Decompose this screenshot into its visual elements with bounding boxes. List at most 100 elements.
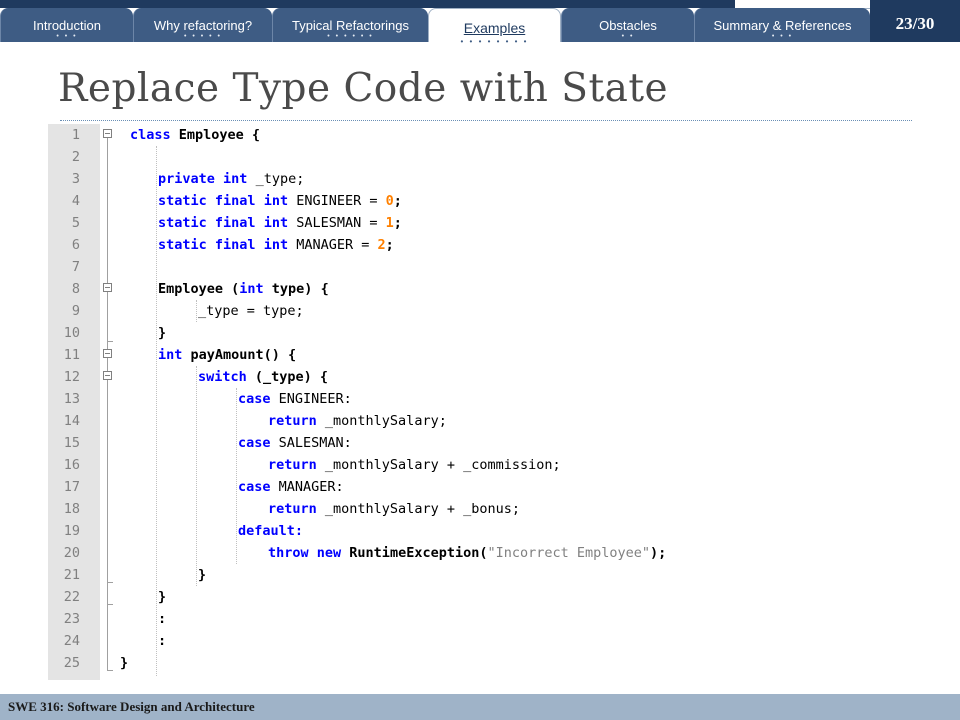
fold-toggle-icon[interactable]	[103, 371, 112, 380]
keyword: return	[268, 501, 317, 517]
code-text: }	[158, 589, 167, 605]
page-number-box: 23/30	[870, 0, 960, 42]
code-line: 19 default:	[48, 520, 908, 542]
code-text: ENGINEER:	[270, 391, 352, 407]
tab-typical-refactorings[interactable]: Typical Refactorings • • • • • •	[272, 8, 428, 42]
code-text: _type;	[247, 171, 305, 187]
code-line: 21 }	[48, 564, 908, 586]
keyword: case	[238, 435, 271, 451]
keyword: case	[238, 479, 271, 495]
code-line: 10 }	[48, 322, 908, 344]
keyword: final	[214, 237, 256, 253]
code-text: }	[120, 655, 129, 671]
top-navigation-bar: Introduction • • • Why refactoring? • • …	[0, 0, 960, 46]
course-name: SWE 316: Software Design and Architectur…	[8, 699, 255, 714]
line-number: 17	[63, 479, 80, 495]
code-text: ;	[385, 237, 394, 253]
line-number: 10	[63, 325, 80, 341]
tab-label: Examples	[463, 20, 526, 36]
code-text: _monthlySalary + _bonus;	[316, 501, 520, 517]
tab-introduction[interactable]: Introduction • • •	[0, 8, 133, 42]
code-text: MANAGER =	[288, 237, 378, 253]
keyword: int	[263, 193, 289, 209]
number-literal: 0	[385, 193, 394, 209]
code-line: 9 _type = type;	[48, 300, 908, 322]
code-text: }	[158, 325, 167, 341]
code-line: 22 }	[48, 586, 908, 608]
line-number: 22	[63, 589, 80, 605]
line-number: 18	[63, 501, 80, 517]
slide-title: Replace Type Code with State	[58, 66, 669, 111]
keyword: int	[158, 347, 183, 363]
tab-progress-dots: • •	[621, 33, 635, 40]
tab-why-refactoring[interactable]: Why refactoring? • • • • •	[133, 8, 272, 42]
tab-label: Why refactoring?	[153, 18, 253, 33]
code-line: 24 :	[48, 630, 908, 652]
section-tabs: Introduction • • • Why refactoring? • • …	[0, 8, 870, 46]
code-line: 6 static final int MANAGER = 2;	[48, 234, 908, 256]
tab-summary-references[interactable]: Summary & References • • •	[694, 8, 870, 42]
keyword: throw	[268, 545, 309, 561]
line-number: 14	[63, 413, 80, 429]
line-number: 9	[71, 303, 80, 319]
line-number: 1	[71, 127, 80, 143]
line-number: 13	[63, 391, 80, 407]
keyword: int	[263, 215, 289, 231]
code-text: MANAGER:	[270, 479, 344, 495]
tab-obstacles[interactable]: Obstacles • •	[561, 8, 694, 42]
tab-label: Obstacles	[599, 18, 657, 33]
keyword: switch	[198, 369, 247, 385]
tab-progress-dots: • • • • • • • •	[460, 37, 529, 46]
line-number: 8	[71, 281, 80, 297]
line-number: 4	[71, 193, 80, 209]
keyword: static	[158, 215, 207, 231]
line-number: 16	[63, 457, 80, 473]
code-line: 16 return _monthlySalary + _commission;	[48, 454, 908, 476]
code-line: 8 Employee (int type) {	[48, 278, 908, 300]
tab-label: Introduction	[33, 18, 101, 33]
code-line: 20 throw new RuntimeException("Incorrect…	[48, 542, 908, 564]
code-editor-screenshot: 1 class Employee { 2 3 private int _type…	[48, 124, 908, 680]
number-literal: 2	[377, 237, 386, 253]
keyword: int	[223, 171, 248, 187]
code-line: 15 case SALESMAN:	[48, 432, 908, 454]
code-line: 25 }	[48, 652, 908, 674]
line-number: 12	[63, 369, 80, 385]
code-line: 1 class Employee {	[48, 124, 908, 146]
line-number: 24	[63, 633, 80, 649]
tab-progress-dots: • • • • •	[183, 33, 223, 40]
keyword: new	[316, 545, 342, 561]
tab-examples[interactable]: Examples • • • • • • • •	[428, 8, 561, 46]
number-literal: 1	[385, 215, 394, 231]
line-number: 19	[63, 523, 80, 539]
code-line: 11 int payAmount() {	[48, 344, 908, 366]
tab-progress-dots: • • •	[56, 33, 78, 40]
line-number: 2	[71, 149, 80, 165]
title-divider	[60, 120, 912, 121]
fold-toggle-icon[interactable]	[103, 349, 112, 358]
code-text: :	[158, 611, 167, 627]
fold-toggle-icon[interactable]	[103, 129, 112, 138]
line-number: 21	[63, 567, 80, 583]
code-line: 23 :	[48, 608, 908, 630]
fold-toggle-icon[interactable]	[103, 283, 112, 292]
code-line: 17 case MANAGER:	[48, 476, 908, 498]
code-line: 3 private int _type;	[48, 168, 908, 190]
code-text: _monthlySalary + _commission;	[316, 457, 561, 473]
code-text: ;	[393, 215, 402, 231]
keyword: class	[130, 127, 171, 143]
keyword: return	[268, 457, 317, 473]
slide-footer: SWE 316: Software Design and Architectur…	[0, 694, 960, 720]
keyword: static	[158, 237, 207, 253]
line-number: 7	[71, 259, 80, 275]
keyword: default:	[238, 523, 304, 539]
keyword: return	[268, 413, 317, 429]
keyword: final	[214, 193, 256, 209]
code-line: 13 case ENGINEER:	[48, 388, 908, 410]
code-text: :	[158, 633, 167, 649]
tab-progress-dots: • • • • • •	[327, 33, 374, 40]
code-line: 18 return _monthlySalary + _bonus;	[48, 498, 908, 520]
code-text: SALESMAN =	[288, 215, 386, 231]
tab-progress-dots: • • •	[771, 33, 794, 40]
code-text: ENGINEER =	[288, 193, 386, 209]
